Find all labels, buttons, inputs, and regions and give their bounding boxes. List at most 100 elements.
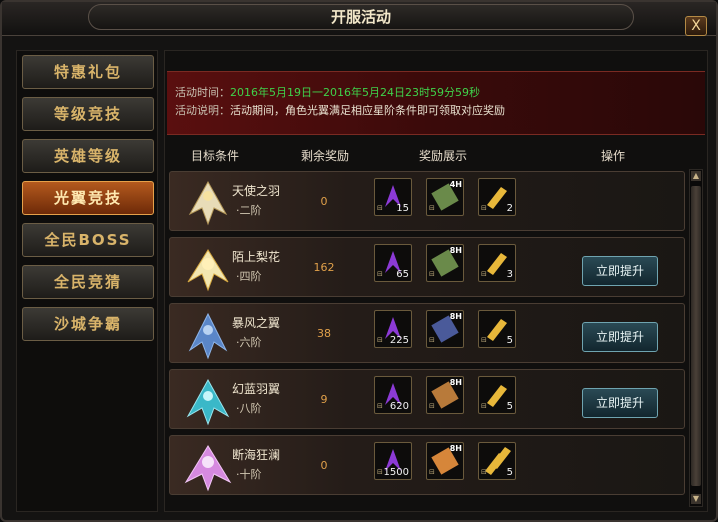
- scroll-up-icon[interactable]: ▲: [691, 171, 701, 181]
- reward-item[interactable]: ⊟ 1500: [374, 442, 412, 480]
- remaining-count: 0: [320, 195, 328, 208]
- scrollbar[interactable]: ▲ ▼: [689, 169, 703, 507]
- reward-item[interactable]: ⊟ 5: [478, 442, 516, 480]
- window-title: 开服活动: [88, 4, 634, 30]
- lock-icon: ⊟: [377, 204, 383, 212]
- lock-icon: ⊟: [377, 270, 383, 278]
- reward-row: 断海狂澜 ·十阶 0 ⊟ 1500 8H ⊟ ⊟ 5: [169, 435, 685, 495]
- reward-item[interactable]: ⊟ 5: [478, 310, 516, 348]
- wing-tier: ·二阶: [236, 204, 262, 217]
- item-count: 65: [396, 269, 409, 280]
- item-count: 225: [389, 335, 409, 346]
- angel-wing-icon: [188, 180, 228, 226]
- reward-item[interactable]: 8H ⊟: [426, 376, 464, 414]
- header-action: 操作: [601, 149, 626, 163]
- reward-item[interactable]: ⊟ 225: [374, 310, 412, 348]
- lock-icon: ⊟: [481, 336, 487, 344]
- reward-item[interactable]: ⊟ 620: [374, 376, 412, 414]
- desc-label: 活动说明：: [175, 104, 230, 117]
- lock-icon: ⊟: [481, 468, 487, 476]
- reward-item[interactable]: 8H ⊟: [426, 244, 464, 282]
- lock-icon: ⊟: [429, 270, 435, 278]
- header-goal: 目标条件: [191, 149, 240, 163]
- wing-name: 断海狂澜: [232, 448, 281, 462]
- upgrade-button[interactable]: 立即提升: [582, 256, 658, 286]
- lock-icon: ⊟: [429, 204, 435, 212]
- header-rewards: 奖励展示: [419, 149, 468, 163]
- lock-icon: ⊟: [429, 468, 435, 476]
- lock-icon: ⊟: [429, 402, 435, 410]
- item-tag: 8H: [449, 246, 462, 255]
- reward-item[interactable]: ⊟ 3: [478, 244, 516, 282]
- wing-name: 暴风之翼: [232, 316, 281, 330]
- reward-item[interactable]: ⊟ 65: [374, 244, 412, 282]
- scroll-down-icon[interactable]: ▼: [691, 494, 701, 504]
- lock-icon: ⊟: [377, 336, 383, 344]
- lock-icon: ⊟: [481, 270, 487, 278]
- item-tag: 8H: [449, 378, 462, 387]
- item-tag: 4H: [449, 180, 462, 189]
- storm-wing-icon: [188, 312, 228, 360]
- item-tag: 8H: [449, 444, 462, 453]
- title-bar: 开服活动: [2, 2, 716, 36]
- sidebar-item-hero-level[interactable]: 英雄等级: [22, 139, 154, 173]
- item-count: 3: [506, 269, 513, 280]
- upgrade-button[interactable]: 立即提升: [582, 322, 658, 352]
- wing-tier: ·六阶: [236, 336, 262, 349]
- remaining-count: 38: [317, 327, 331, 340]
- remaining-count: 9: [320, 393, 328, 406]
- activity-banner: 活动时间：2016年5月19日一2016年5月24日23时59分59秒 活动说明…: [167, 71, 705, 135]
- upgrade-button[interactable]: 立即提升: [582, 388, 658, 418]
- lock-icon: ⊟: [377, 468, 383, 476]
- activity-time: 活动时间：2016年5月19日一2016年5月24日23时59分59秒: [175, 84, 480, 100]
- desc-value: 活动期间，角色光翼满足相应星阶条件即可领取对应奖励: [230, 104, 505, 117]
- main-panel: 活动时间：2016年5月19日一2016年5月24日23时59分59秒 活动说明…: [164, 50, 708, 512]
- item-count: 5: [506, 467, 513, 478]
- activity-description: 活动说明：活动期间，角色光翼满足相应星阶条件即可领取对应奖励: [175, 102, 505, 118]
- item-tag: 8H: [449, 312, 462, 321]
- lock-icon: ⊟: [481, 402, 487, 410]
- reward-row: 天使之羽 ·二阶 0 ⊟ 15 4H ⊟ ⊟ 2: [169, 171, 685, 231]
- reward-item[interactable]: 4H ⊟: [426, 178, 464, 216]
- wing-name: 陌上梨花: [232, 250, 281, 264]
- reward-item[interactable]: ⊟ 5: [478, 376, 516, 414]
- item-count: 5: [506, 401, 513, 412]
- remaining-count: 0: [320, 459, 328, 472]
- reward-item[interactable]: ⊟ 15: [374, 178, 412, 216]
- table-header: 目标条件 剩余奖励 奖励展示 操作: [165, 145, 705, 165]
- item-count: 620: [389, 401, 409, 412]
- close-icon: X: [691, 18, 701, 34]
- lock-icon: ⊟: [429, 336, 435, 344]
- sidebar-item-city-war[interactable]: 沙城争霸: [22, 307, 154, 341]
- item-count: 2: [506, 203, 513, 214]
- reward-row: 幻蓝羽翼 ·八阶 9 ⊟ 620 8H ⊟ ⊟ 5 立即提升: [169, 369, 685, 429]
- reward-row: 暴风之翼 ·六阶 38 ⊟ 225 8H ⊟ ⊟ 5 立即提升: [169, 303, 685, 363]
- time-label: 活动时间：: [175, 86, 230, 99]
- lock-icon: ⊟: [377, 402, 383, 410]
- sidebar-item-level-contest[interactable]: 等级竞技: [22, 97, 154, 131]
- wing-tier: ·四阶: [236, 270, 262, 283]
- item-count: 1500: [383, 467, 409, 478]
- close-button[interactable]: X: [685, 16, 707, 36]
- reward-item[interactable]: 8H ⊟: [426, 442, 464, 480]
- sidebar: 特惠礼包 等级竞技 英雄等级 光翼竞技 全民BOSS 全民竞猜 沙城争霸: [16, 50, 158, 512]
- sidebar-item-wing-contest[interactable]: 光翼竞技: [22, 181, 154, 215]
- sidebar-item-world-boss[interactable]: 全民BOSS: [22, 223, 154, 257]
- time-value: 2016年5月19日一2016年5月24日23时59分59秒: [230, 86, 480, 99]
- item-count: 5: [506, 335, 513, 346]
- wing-name: 幻蓝羽翼: [232, 382, 281, 396]
- sidebar-item-guess[interactable]: 全民竞猜: [22, 265, 154, 299]
- sea-wave-wing-icon: [184, 445, 232, 492]
- remaining-count: 162: [313, 261, 335, 274]
- item-count: 15: [396, 203, 409, 214]
- reward-item[interactable]: ⊟ 2: [478, 178, 516, 216]
- reward-item[interactable]: 8H ⊟: [426, 310, 464, 348]
- wing-tier: ·十阶: [236, 468, 262, 481]
- reward-row: 陌上梨花 ·四阶 162 ⊟ 65 8H ⊟ ⊟ 3 立即提升: [169, 237, 685, 297]
- lock-icon: ⊟: [481, 204, 487, 212]
- activity-window: 开服活动 X 特惠礼包 等级竞技 英雄等级 光翼竞技 全民BOSS 全民竞猜 沙…: [0, 0, 718, 522]
- header-remaining: 剩余奖励: [301, 149, 350, 163]
- scroll-thumb[interactable]: [691, 186, 701, 486]
- pear-blossom-wing-icon: [187, 249, 229, 292]
- sidebar-item-special-gift[interactable]: 特惠礼包: [22, 55, 154, 89]
